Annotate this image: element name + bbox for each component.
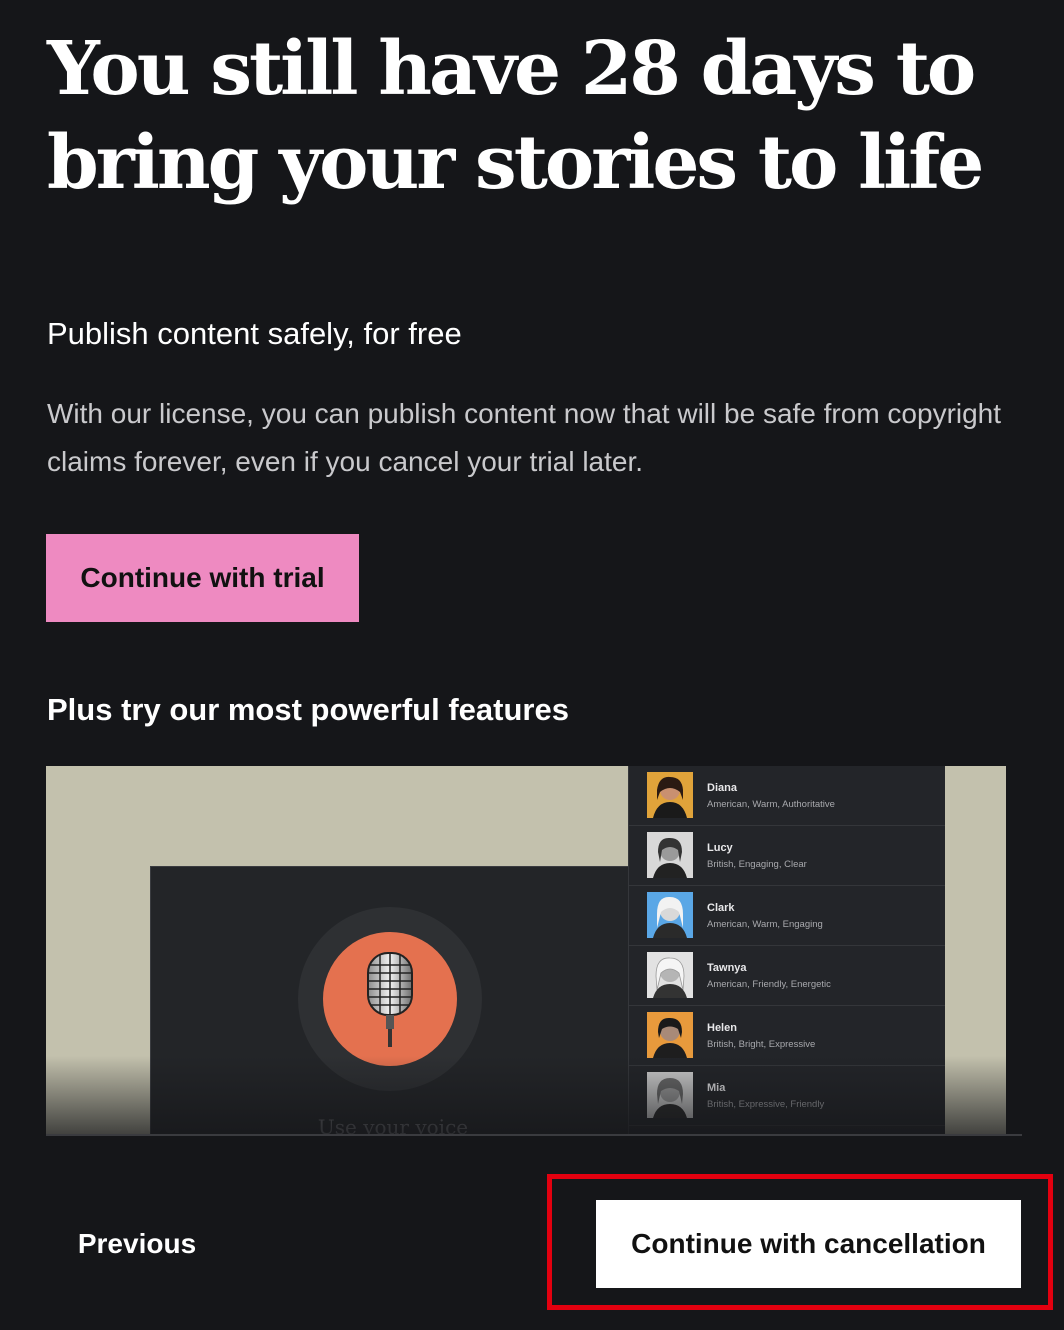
- preview-divider: [46, 1134, 1022, 1136]
- license-description: With our license, you can publish conten…: [47, 398, 1002, 477]
- continue-with-cancellation-button[interactable]: Continue with cancellation: [596, 1200, 1021, 1288]
- voice-name: Clark: [707, 902, 735, 914]
- avatar: [647, 892, 693, 938]
- voice-description: American, Warm, Engaging: [707, 919, 823, 930]
- mic-circle: [323, 932, 457, 1066]
- voice-name: Helen: [707, 1022, 737, 1034]
- mic-ring: [298, 907, 482, 1091]
- voice-name: Mia: [707, 1082, 726, 1094]
- video-card: Use your voice: [150, 866, 635, 1135]
- voice-description: British, Bright, Expressive: [707, 1039, 816, 1050]
- avatar: [647, 952, 693, 998]
- voice-row-helen[interactable]: Helen British, Bright, Expressive: [629, 1006, 945, 1066]
- voice-description: British, Engaging, Clear: [707, 859, 807, 870]
- voice-name: Diana: [707, 782, 737, 794]
- previous-button[interactable]: Previous: [46, 1200, 228, 1288]
- microphone-icon: [367, 952, 413, 1047]
- avatar: [647, 1072, 693, 1118]
- avatar: [647, 772, 693, 818]
- voice-row-diana[interactable]: Diana American, Warm, Authoritative: [629, 766, 945, 826]
- voice-row-mia[interactable]: Mia British, Expressive, Friendly: [629, 1066, 945, 1126]
- voice-name: Tawnya: [707, 962, 747, 974]
- voice-description: American, Friendly, Energetic: [707, 979, 831, 990]
- avatar: [647, 1012, 693, 1058]
- voice-description: British, Expressive, Friendly: [707, 1099, 825, 1110]
- voice-name: Lucy: [707, 842, 733, 854]
- use-your-voice-caption: Use your voice: [317, 1115, 469, 1135]
- features-title: Plus try our most powerful features: [47, 692, 569, 727]
- features-preview: Use your voice Diana American, Warm, Aut…: [46, 766, 1006, 1135]
- voice-list-panel: Diana American, Warm, Authoritative Lucy…: [628, 766, 945, 1135]
- continue-with-trial-button[interactable]: Continue with trial: [46, 534, 359, 622]
- avatar: [647, 832, 693, 878]
- voice-row-lucy[interactable]: Lucy British, Engaging, Clear: [629, 826, 945, 886]
- voice-description: American, Warm, Authoritative: [707, 799, 835, 810]
- voice-row-tawnya[interactable]: Tawnya American, Friendly, Energetic: [629, 946, 945, 1006]
- voice-row-clark[interactable]: Clark American, Warm, Engaging: [629, 886, 945, 946]
- page-headline: You still have 28 days to bring your sto…: [47, 26, 984, 206]
- section-subhead: Publish content safely, for free: [47, 316, 462, 351]
